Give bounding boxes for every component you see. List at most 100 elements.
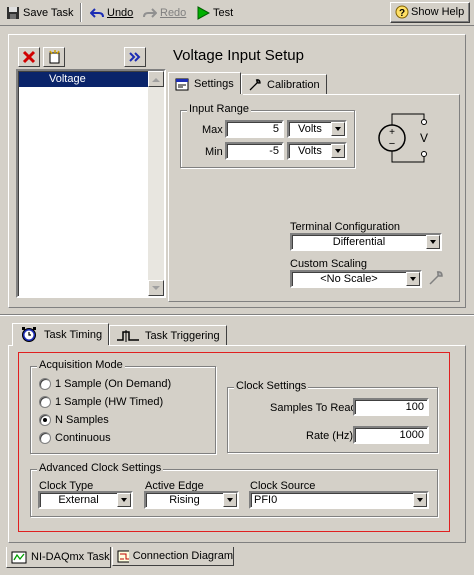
radio-label: 1 Sample (HW Timed) <box>55 396 164 408</box>
save-task-button[interactable]: Save Task <box>3 2 77 23</box>
save-icon <box>7 6 19 19</box>
chevron-down-icon[interactable] <box>413 493 427 507</box>
chevron-down-icon[interactable] <box>331 144 345 158</box>
settings-panel-icon <box>175 78 189 90</box>
acquisition-mode-title: Acquisition Mode <box>37 359 125 371</box>
chevron-down-icon[interactable] <box>331 122 345 136</box>
double-chevron-right-icon <box>129 52 141 62</box>
chevron-down-icon[interactable] <box>406 272 420 286</box>
custom-scaling-select[interactable]: <No Scale> <box>290 270 422 288</box>
calibration-wrench-icon <box>249 79 261 91</box>
min-label: Min <box>205 146 223 158</box>
max-value: 5 <box>272 123 279 135</box>
chevron-down-icon[interactable] <box>117 493 131 507</box>
max-label: Max <box>202 124 223 136</box>
undo-label: Undo <box>107 6 134 19</box>
redo-label: Redo <box>160 6 187 19</box>
scaling-wrench-icon[interactable] <box>427 269 445 287</box>
daq-task-icon <box>11 551 27 563</box>
tab-ni-daqmx-task[interactable]: NI-DAQmx Task <box>6 547 111 568</box>
help-icon: ? <box>395 5 409 19</box>
radio-label: Continuous <box>55 432 111 444</box>
terminal-config-value: Differential <box>332 236 386 248</box>
undo-button[interactable]: Undo <box>87 2 136 23</box>
min-unit-value: Volts <box>298 145 322 157</box>
tab-settings-label: Settings <box>194 78 234 90</box>
clock-timing-icon <box>22 327 36 342</box>
delete-x-icon <box>22 50 36 64</box>
terminal-config-label: Terminal Configuration <box>290 221 401 233</box>
min-input[interactable]: -5 <box>225 142 284 160</box>
max-unit-value: Volts <box>298 123 322 135</box>
clock-source-value: PFI0 <box>254 494 278 506</box>
input-range-title: Input Range <box>187 103 251 115</box>
svg-text:−: − <box>389 138 395 150</box>
tab-ni-daqmx-task-label: NI-DAQmx Task <box>31 551 110 563</box>
min-unit-select[interactable]: Volts <box>287 142 347 160</box>
setup-title: Voltage Input Setup <box>173 47 304 64</box>
redo-icon <box>143 7 157 18</box>
toolbar: Save Task Undo Redo Test ? Show Help <box>0 0 474 26</box>
radio-circle[interactable] <box>39 432 51 444</box>
scroll-down-button[interactable] <box>148 280 164 296</box>
panel-splitter[interactable] <box>0 314 474 316</box>
toolbar-separator <box>80 3 82 22</box>
tab-settings[interactable]: Settings <box>168 72 241 95</box>
radio-circle-selected[interactable] <box>39 414 51 426</box>
active-tab-joiner <box>169 94 243 96</box>
radio-circle[interactable] <box>39 378 51 390</box>
tab-task-triggering[interactable]: Task Triggering <box>109 325 227 345</box>
radio-1-sample-on-demand[interactable]: 1 Sample (On Demand) <box>39 378 171 390</box>
remove-channel-button[interactable] <box>18 47 40 67</box>
chevron-down-icon[interactable] <box>426 235 440 249</box>
radio-continuous[interactable]: Continuous <box>39 432 111 444</box>
add-channel-button[interactable] <box>43 47 65 67</box>
terminal-config-select[interactable]: Differential <box>290 233 442 251</box>
arrow-down-icon <box>152 285 160 290</box>
samples-to-read-label: Samples To Read <box>270 402 357 414</box>
add-channel-icon <box>49 50 60 64</box>
test-label: Test <box>213 6 234 19</box>
clock-type-select[interactable]: External <box>38 491 133 509</box>
test-button[interactable]: Test <box>193 2 236 23</box>
arrow-up-icon <box>152 77 160 82</box>
max-unit-select[interactable]: Volts <box>287 120 347 138</box>
min-value: -5 <box>269 145 279 157</box>
tab-calibration[interactable]: Calibration <box>241 74 327 94</box>
custom-scaling-label: Custom Scaling <box>290 258 368 270</box>
custom-scaling-value: <No Scale> <box>320 273 378 285</box>
scroll-up-button[interactable] <box>148 71 164 87</box>
rate-input[interactable]: 1000 <box>353 426 429 444</box>
tab-task-timing[interactable]: Task Timing <box>12 323 110 346</box>
expand-button[interactable] <box>124 47 146 67</box>
tab-connection-diagram-label: Connection Diagram <box>132 550 233 562</box>
svg-text:+: + <box>389 127 395 138</box>
clock-type-value: External <box>58 494 99 506</box>
show-help-button[interactable]: ? Show Help <box>390 2 470 23</box>
tab-connection-diagram[interactable]: Connection Diagram <box>112 547 234 566</box>
radio-label: 1 Sample (On Demand) <box>55 378 172 390</box>
chevron-down-icon[interactable] <box>223 493 237 507</box>
clock-settings-title: Clock Settings <box>234 380 309 392</box>
advanced-clock-title: Advanced Clock Settings <box>37 462 164 474</box>
channel-list[interactable]: Voltage <box>16 69 166 298</box>
channel-list-item[interactable]: Voltage <box>19 72 149 87</box>
tab-task-timing-label: Task Timing <box>44 329 103 341</box>
undo-icon <box>90 7 104 18</box>
play-icon <box>197 5 210 20</box>
radio-1-sample-hw-timed[interactable]: 1 Sample (HW Timed) <box>39 396 163 408</box>
radio-n-samples[interactable]: N Samples <box>39 414 109 426</box>
tab-calibration-label: Calibration <box>267 78 320 91</box>
clock-source-select[interactable]: PFI0 <box>249 491 429 509</box>
samples-to-read-value: 100 <box>405 401 424 413</box>
active-edge-select[interactable]: Rising <box>144 491 239 509</box>
channel-item-label: Voltage <box>49 73 86 85</box>
channel-list-scrollbar[interactable] <box>148 71 164 296</box>
trigger-waveform-icon <box>117 329 139 342</box>
samples-to-read-input[interactable]: 100 <box>353 398 429 416</box>
max-input[interactable]: 5 <box>225 120 284 138</box>
active-edge-value: Rising <box>169 494 200 506</box>
redo-button[interactable]: Redo <box>140 2 189 23</box>
svg-text:V: V <box>420 131 428 145</box>
radio-circle[interactable] <box>39 396 51 408</box>
